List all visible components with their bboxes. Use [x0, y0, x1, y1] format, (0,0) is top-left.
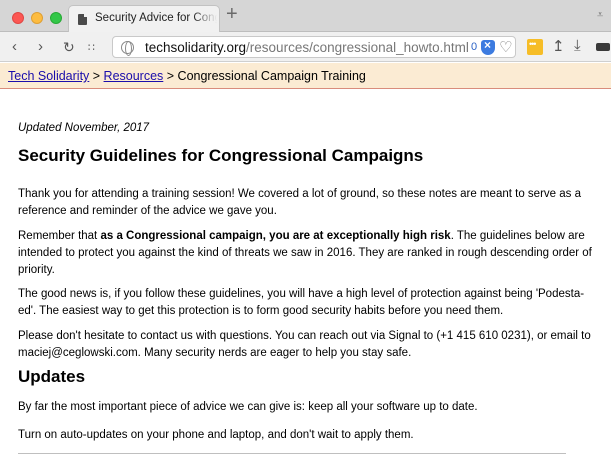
- breadcrumb-resources-link[interactable]: Resources: [104, 69, 164, 83]
- close-window-button[interactable]: [12, 12, 24, 24]
- breadcrumb-separator: >: [163, 69, 178, 83]
- page-title: Security Guidelines for Congressional Ca…: [18, 146, 424, 165]
- globe-icon: [121, 41, 134, 56]
- divider: [18, 453, 566, 454]
- download-icon[interactable]: ⤓: [574, 37, 581, 54]
- grid-icon[interactable]: ∷: [88, 41, 95, 54]
- url-host: techsolidarity.org: [145, 40, 247, 55]
- updates-paragraph: By far the most important piece of advic…: [18, 401, 478, 413]
- page-icon: [78, 14, 87, 25]
- breadcrumb-home-link[interactable]: Tech Solidarity: [8, 69, 89, 83]
- minimize-window-button[interactable]: [31, 12, 43, 24]
- breadcrumb-separator: >: [89, 69, 104, 83]
- browser-tab[interactable]: Security Advice for Congressional Campai…: [68, 5, 220, 32]
- good-news-paragraph: The good news is, if you follow these gu…: [18, 288, 585, 317]
- shield-icon[interactable]: [481, 38, 495, 55]
- breadcrumb-bar: Tech Solidarity > Resources > Congressio…: [0, 63, 611, 89]
- risk-emphasis: as a Congressional campaign, you are at …: [100, 230, 451, 242]
- updates-heading: Updates: [18, 367, 86, 386]
- tab-title: Security Advice for Congressional Campai…: [95, 12, 217, 24]
- risk-paragraph: Remember that as a Congressional campaig…: [18, 230, 592, 276]
- tab-overflow-icon[interactable]: ⩡: [597, 9, 603, 22]
- auto-updates-paragraph: Turn on auto-updates on your phone and l…: [18, 429, 414, 441]
- updated-date: Updated November, 2017: [18, 122, 150, 134]
- back-icon[interactable]: ‹: [12, 38, 17, 55]
- extension-icon[interactable]: [527, 39, 543, 55]
- contact-paragraph: Please don't hesitate to contact us with…: [18, 330, 591, 359]
- new-tab-button[interactable]: +: [226, 3, 238, 26]
- address-bar[interactable]: techsolidarity.org/resources/congression…: [112, 36, 516, 58]
- url-text[interactable]: techsolidarity.org/resources/congression…: [145, 40, 469, 55]
- heart-icon[interactable]: ♡: [499, 38, 512, 56]
- forward-icon[interactable]: ›: [38, 38, 43, 55]
- toolbar: ‹ › ↻ ∷ techsolidarity.org/resources/con…: [0, 32, 611, 62]
- zoom-window-button[interactable]: [50, 12, 62, 24]
- intro-paragraph: Thank you for attending a training sessi…: [18, 188, 581, 217]
- battery-icon: [596, 43, 610, 51]
- share-icon[interactable]: ↥: [552, 37, 565, 55]
- url-path: /resources/congressional_howto.html: [246, 40, 469, 55]
- blocker-count: 0: [471, 41, 478, 53]
- breadcrumb: Tech Solidarity > Resources > Congressio…: [8, 69, 366, 83]
- title-bar: Security Advice for Congressional Campai…: [0, 0, 611, 32]
- reload-icon[interactable]: ↻: [63, 39, 75, 56]
- breadcrumb-current: Congressional Campaign Training: [177, 69, 366, 83]
